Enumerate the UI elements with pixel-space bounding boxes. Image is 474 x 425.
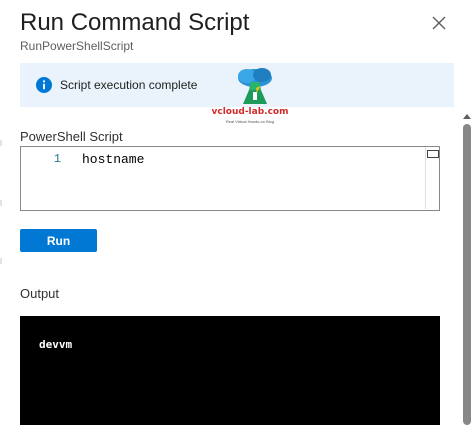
- scroll-up-arrow-icon[interactable]: [461, 111, 473, 123]
- panel-title: Run Command Script: [20, 9, 250, 36]
- script-label: PowerShell Script: [20, 129, 123, 144]
- output-label: Output: [20, 286, 60, 301]
- editor-scrollbar[interactable]: [425, 147, 439, 209]
- watermark-name: vcloud-lab.com: [211, 107, 289, 117]
- panel-scrollbar[interactable]: [461, 110, 473, 425]
- editor-scrollbar-thumb[interactable]: [427, 150, 439, 158]
- info-icon: [36, 77, 52, 93]
- watermark-logo: vcloud-lab.com Real Virtual Hands-on Blo…: [210, 66, 300, 126]
- left-edge-marks: [0, 140, 2, 264]
- panel-subtitle: RunPowerShellScript: [20, 39, 134, 53]
- run-command-panel: Run Command Script RunPowerShellScript S…: [0, 0, 474, 425]
- close-icon: [432, 16, 446, 30]
- panel-scrollbar-thumb[interactable]: [463, 124, 471, 425]
- banner-message: Script execution complete: [60, 78, 198, 92]
- run-button[interactable]: Run: [20, 229, 97, 252]
- script-editor[interactable]: 1 hostname: [20, 146, 440, 211]
- output-console: devvm: [20, 316, 440, 425]
- line-number: 1: [53, 152, 61, 166]
- close-button[interactable]: [428, 12, 450, 34]
- vcloud-lab-logo-icon: [238, 68, 272, 104]
- code-line[interactable]: hostname: [82, 152, 144, 167]
- watermark-tagline: Real Virtual Hands-on Blog: [225, 119, 275, 124]
- output-text: devvm: [39, 338, 73, 351]
